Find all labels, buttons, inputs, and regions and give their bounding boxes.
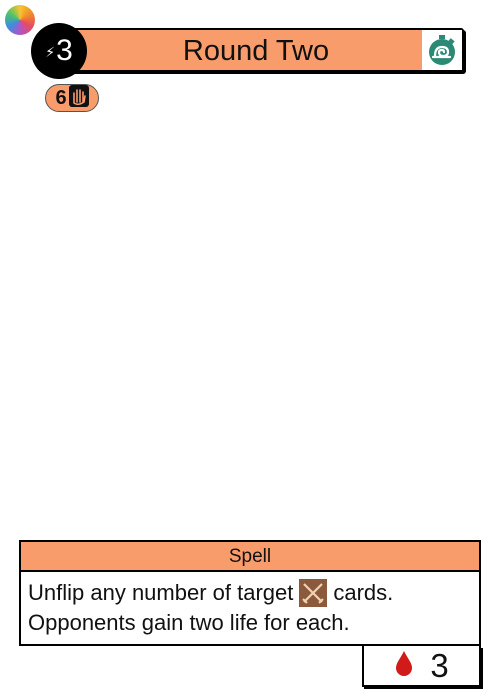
rules-text-part: cards. xyxy=(333,580,394,605)
rules-line-2: Opponents gain two life for each. xyxy=(28,610,350,635)
life-box: 3 xyxy=(362,646,481,687)
life-value: 3 xyxy=(430,647,449,684)
blood-drop-icon xyxy=(394,650,414,681)
crossed-swords-icon xyxy=(299,579,328,607)
title-bar: Round Two xyxy=(58,28,464,72)
rules-text-part: Unflip any number of target xyxy=(28,580,294,605)
cost-circle: ⚡ 3 xyxy=(31,23,87,79)
lightning-icon: ⚡ xyxy=(45,43,56,60)
rules-text-box: Unflip any number of target cards. Oppon… xyxy=(19,570,481,646)
game-card: Round Two ⚡ 3 6 Spell Unflip any number … xyxy=(0,0,500,700)
color-wheel-icon xyxy=(5,5,35,35)
stat-badge: 6 xyxy=(45,84,99,112)
type-line: Spell xyxy=(19,540,481,572)
stopwatch-icon xyxy=(422,30,462,70)
rules-line-1: Unflip any number of target cards. xyxy=(28,578,479,608)
badge-value: 6 xyxy=(55,86,67,109)
hand-icon xyxy=(68,84,89,112)
card-title: Round Two xyxy=(182,35,330,67)
cost-value: 3 xyxy=(56,34,73,67)
